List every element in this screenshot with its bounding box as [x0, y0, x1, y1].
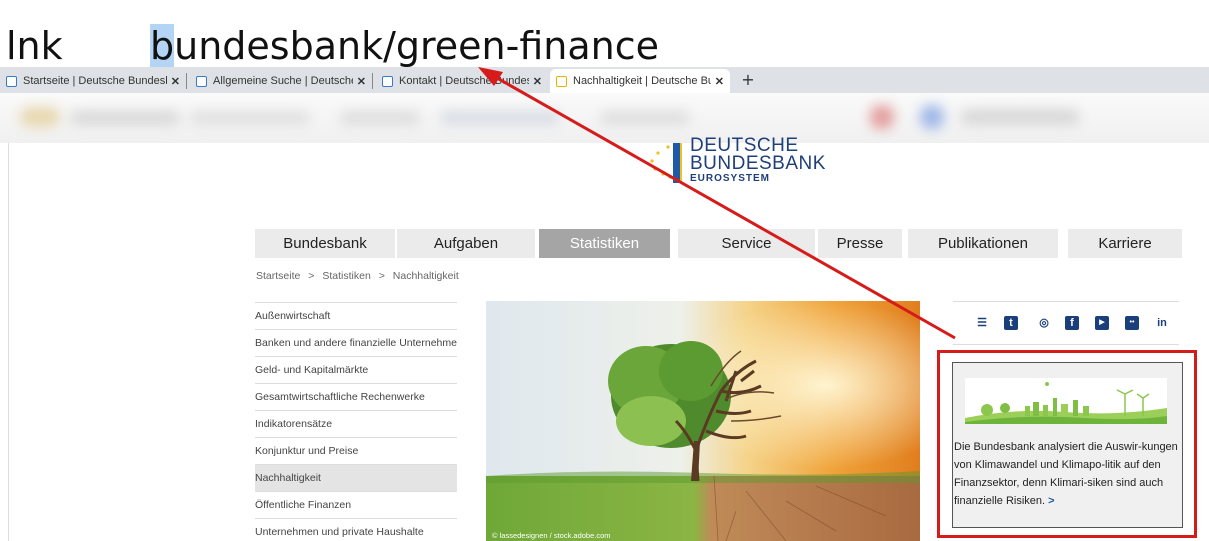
- sidemenu-item-rechenwerke[interactable]: Gesamtwirtschaftliche Rechenwerke: [255, 383, 457, 410]
- sidemenu-item-aussenwirtschaft[interactable]: Außenwirtschaft: [255, 302, 457, 329]
- sidemenu-item-geldmaerkte[interactable]: Geld- und Kapitalmärkte: [255, 356, 457, 383]
- page-edge-line: [8, 143, 9, 541]
- social-links: ☰ t ◎ f ▶ •• in: [953, 301, 1179, 345]
- logo-bar: [673, 143, 680, 183]
- breadcrumb-startseite[interactable]: Startseite: [256, 270, 300, 282]
- page-icon: [196, 75, 207, 87]
- tab-title: Kontakt | Deutsche Bundesbank: [399, 75, 529, 87]
- tree-climate-illustration: [486, 301, 920, 541]
- annotation-url-rest: undesbank/green-finance: [174, 24, 660, 68]
- linkedin-icon[interactable]: in: [1153, 316, 1171, 330]
- breadcrumb-separator: >: [378, 270, 385, 282]
- hero-image: © lassedesignen / stock.adobe.com: [486, 301, 920, 541]
- sidemenu-item-konjunktur[interactable]: Konjunktur und Preise: [255, 437, 457, 464]
- browser-tab-strip: Startseite | Deutsche Bundesbank ✕ Allge…: [0, 67, 1209, 93]
- new-tab-button[interactable]: +: [738, 69, 758, 91]
- close-icon[interactable]: ✕: [171, 75, 180, 88]
- logo-line-2: BUNDESBANK: [690, 153, 826, 174]
- side-menu: Außenwirtschaft Banken und andere finanz…: [255, 302, 457, 541]
- tab-title: Startseite | Deutsche Bundesbank: [23, 75, 167, 87]
- annotation-url: bundesbank/green-finance: [150, 22, 659, 70]
- page-icon: [382, 75, 393, 87]
- blurred-region: [340, 111, 420, 125]
- tab-nachhaltigkeit[interactable]: Nachhaltigkeit | Deutsche Bunde ✕: [550, 69, 730, 93]
- twitter-icon[interactable]: t: [1004, 316, 1018, 330]
- list-icon[interactable]: ☰: [975, 316, 989, 330]
- tab-title: Allgemeine Suche | Deutsche Bun: [213, 75, 353, 87]
- image-credit: © lassedesignen / stock.adobe.com: [492, 531, 611, 540]
- tab-divider: [186, 73, 187, 89]
- euro-stars-icon: [646, 143, 676, 179]
- sidemenu-item-indikatoren[interactable]: Indikatorensätze: [255, 410, 457, 437]
- tab-title: Nachhaltigkeit | Deutsche Bunde: [573, 75, 711, 87]
- blurred-region: [190, 111, 310, 125]
- blurred-region: [70, 111, 180, 125]
- page-icon: [6, 75, 17, 87]
- page-icon: [556, 75, 567, 87]
- blurred-region: [920, 105, 944, 129]
- tab-divider: [372, 73, 373, 89]
- blurred-region: [440, 111, 560, 125]
- breadcrumb: Startseite > Statistiken > Nachhaltigkei…: [256, 270, 459, 282]
- breadcrumb-statistiken[interactable]: Statistiken: [322, 270, 370, 282]
- browser-toolbar-blurred: [0, 93, 1209, 143]
- blurred-region: [870, 105, 894, 129]
- nav-statistiken[interactable]: Statistiken: [539, 229, 670, 258]
- breadcrumb-separator: >: [308, 270, 315, 282]
- breadcrumb-nachhaltigkeit: Nachhaltigkeit: [392, 270, 459, 282]
- blurred-region: [600, 111, 690, 125]
- tab-startseite[interactable]: Startseite | Deutsche Bundesbank ✕: [0, 69, 187, 93]
- tab-kontakt[interactable]: Kontakt | Deutsche Bundesbank ✕: [376, 69, 548, 93]
- blurred-region: [20, 107, 60, 127]
- annotation-url-highlight: b: [150, 24, 175, 68]
- euro-stars-icon-svg: [650, 145, 672, 179]
- nav-aufgaben[interactable]: Aufgaben: [397, 229, 535, 258]
- logo-bar-accent: [680, 143, 682, 183]
- nav-karriere[interactable]: Karriere: [1068, 229, 1182, 258]
- youtube-icon[interactable]: ▶: [1095, 316, 1109, 330]
- sidemenu-item-banken[interactable]: Banken und andere finanzielle Unternehme…: [255, 329, 457, 356]
- sidemenu-item-nachhaltigkeit[interactable]: Nachhaltigkeit: [255, 464, 457, 491]
- facebook-icon[interactable]: f: [1065, 316, 1079, 330]
- annotation-highlight-box: [937, 350, 1197, 538]
- tab-allgemeine-suche[interactable]: Allgemeine Suche | Deutsche Bun ✕: [190, 69, 373, 93]
- nav-publikationen[interactable]: Publikationen: [908, 229, 1058, 258]
- sidemenu-item-finanzen[interactable]: Öffentliche Finanzen: [255, 491, 457, 518]
- instagram-icon[interactable]: ◎: [1037, 316, 1051, 330]
- flickr-icon[interactable]: ••: [1125, 316, 1139, 330]
- blurred-region: [960, 109, 1080, 125]
- logo-line-3: EUROSYSTEM: [690, 173, 771, 184]
- close-icon[interactable]: ✕: [357, 75, 366, 88]
- annotation-lnk: lnk: [6, 24, 63, 68]
- nav-presse[interactable]: Presse: [818, 229, 902, 258]
- nav-service[interactable]: Service: [678, 229, 815, 258]
- nav-bundesbank[interactable]: Bundesbank: [255, 229, 395, 258]
- sidemenu-item-haushalte[interactable]: Unternehmen und private Haushalte: [255, 518, 457, 541]
- close-icon[interactable]: ✕: [533, 75, 542, 88]
- close-icon[interactable]: ✕: [715, 75, 724, 88]
